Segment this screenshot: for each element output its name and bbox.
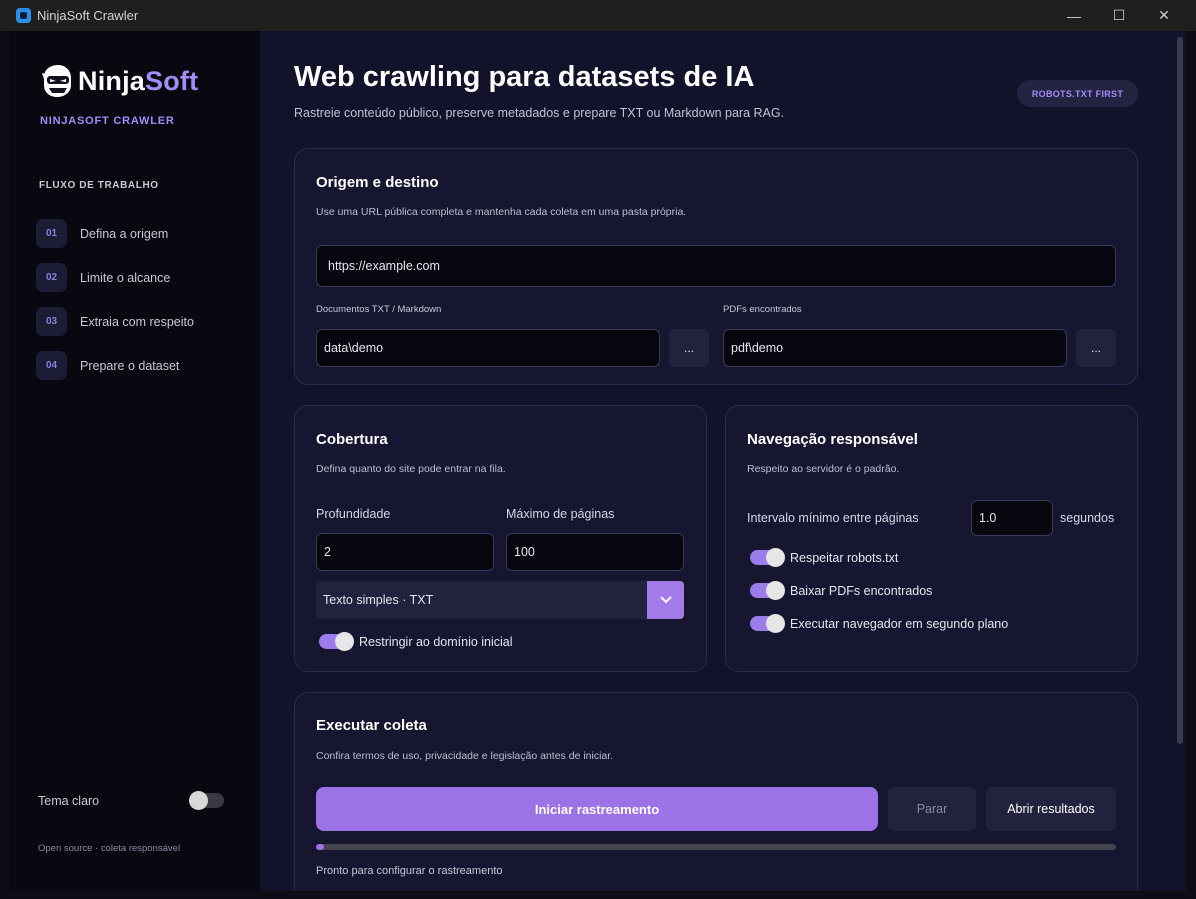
workflow-step-1: 01 Defina a origem xyxy=(36,219,168,248)
card-title: Executar coleta xyxy=(316,717,427,734)
pdf-folder-input[interactable]: pdf\demo xyxy=(723,329,1067,367)
docs-folder-label: Documentos TXT / Markdown xyxy=(316,304,442,315)
page-subtitle: Rastreie conteúdo público, preserve meta… xyxy=(294,106,785,120)
sidebar: NinjaSoft NINJASOFT CRAWLER FLUXO DE TRA… xyxy=(9,31,260,891)
card-description: Confira termos de uso, privacidade e leg… xyxy=(316,750,614,762)
respect-robots-label: Respeitar robots.txt xyxy=(790,550,899,565)
docs-folder-browse-button[interactable]: ... xyxy=(669,329,709,367)
card-description: Respeito ao servidor é o padrão. xyxy=(747,463,900,475)
step-number: 02 xyxy=(36,263,67,292)
footer-note: Open source · coleta responsável xyxy=(38,843,181,854)
robots-row: Respeitar robots.txt xyxy=(750,548,899,567)
max-pages-input[interactable]: 100 xyxy=(506,533,684,571)
navigation-card: Navegação responsável Respeito ao servid… xyxy=(725,405,1138,672)
output-format-select[interactable]: Texto simples · TXT xyxy=(316,581,684,619)
app-icon xyxy=(16,8,31,23)
step-number: 04 xyxy=(36,351,67,380)
run-card: Executar coleta Confira termos de uso, p… xyxy=(294,692,1138,891)
headless-browser-toggle[interactable] xyxy=(750,614,785,633)
minimize-button[interactable]: — xyxy=(1051,0,1097,31)
headless-browser-label: Executar navegador em segundo plano xyxy=(790,616,1009,631)
download-pdfs-toggle[interactable] xyxy=(750,581,785,600)
card-title: Origem e destino xyxy=(316,174,439,191)
docs-folder-input[interactable]: data\demo xyxy=(316,329,660,367)
interval-input[interactable]: 1.0 xyxy=(971,500,1053,536)
progress-fill xyxy=(316,844,324,850)
workflow-step-4: 04 Prepare o dataset xyxy=(36,351,179,380)
scrollbar-thumb[interactable] xyxy=(1177,37,1183,744)
status-text: Pronto para configurar o rastreamento xyxy=(316,865,503,877)
stop-button[interactable]: Parar xyxy=(888,787,976,831)
interval-unit: segundos xyxy=(1060,511,1115,525)
pdf-folder-browse-button[interactable]: ... xyxy=(1076,329,1116,367)
theme-row: Tema claro xyxy=(38,791,224,810)
step-label: Prepare o dataset xyxy=(80,358,180,373)
restrict-domain-label: Restringir ao domínio inicial xyxy=(359,634,513,649)
restrict-domain-row: Restringir ao domínio inicial xyxy=(319,632,513,651)
depth-input[interactable]: 2 xyxy=(316,533,494,571)
start-crawl-button[interactable]: Iniciar rastreamento xyxy=(316,787,878,831)
light-theme-toggle[interactable] xyxy=(189,791,224,810)
scrollbar[interactable] xyxy=(1174,31,1186,891)
workflow-heading: FLUXO DE TRABALHO xyxy=(39,180,159,191)
main-content: Web crawling para datasets de IA Rastrei… xyxy=(260,31,1174,891)
logo-text: NinjaSoft xyxy=(78,65,199,96)
interval-label: Intervalo mínimo entre páginas xyxy=(747,511,919,525)
pdf-folder-label: PDFs encontrados xyxy=(723,304,802,315)
maximize-button[interactable]: ☐ xyxy=(1096,0,1142,31)
origin-card: Origem e destino Use uma URL pública com… xyxy=(294,148,1138,385)
window-titlebar: NinjaSoft Crawler — ☐ ✕ xyxy=(0,0,1196,31)
respect-robots-toggle[interactable] xyxy=(750,548,785,567)
max-pages-label: Máximo de páginas xyxy=(506,507,615,521)
window-title: NinjaSoft Crawler xyxy=(37,8,139,23)
card-description: Defina quanto do site pode entrar na fil… xyxy=(316,463,506,475)
close-button[interactable]: ✕ xyxy=(1141,0,1187,31)
card-title: Navegação responsável xyxy=(747,431,918,448)
workflow-step-3: 03 Extraia com respeito xyxy=(36,307,194,336)
brand-subtitle: NINJASOFT CRAWLER xyxy=(40,115,175,127)
step-number: 01 xyxy=(36,219,67,248)
step-number: 03 xyxy=(36,307,67,336)
step-label: Extraia com respeito xyxy=(80,314,194,329)
restrict-domain-toggle[interactable] xyxy=(319,632,354,651)
chevron-down-icon[interactable] xyxy=(647,581,684,619)
workflow-step-2: 02 Limite o alcance xyxy=(36,263,170,292)
url-input[interactable]: https://example.com xyxy=(316,245,1116,287)
page-title: Web crawling para datasets de IA xyxy=(294,61,755,93)
step-label: Limite o alcance xyxy=(80,270,171,285)
theme-label: Tema claro xyxy=(38,793,100,808)
pdfs-row: Baixar PDFs encontrados xyxy=(750,581,933,600)
card-title: Cobertura xyxy=(316,431,388,448)
progress-bar xyxy=(316,844,1116,850)
robots-badge: ROBOTS.TXT FIRST xyxy=(1017,80,1138,107)
coverage-card: Cobertura Defina quanto do site pode ent… xyxy=(294,405,707,672)
depth-label: Profundidade xyxy=(316,507,391,521)
open-results-button[interactable]: Abrir resultados xyxy=(986,787,1116,831)
logo: NinjaSoft xyxy=(40,63,198,99)
window-bottom-edge xyxy=(0,891,1196,899)
ninja-logo-icon xyxy=(42,65,71,97)
download-pdfs-label: Baixar PDFs encontrados xyxy=(790,583,933,598)
step-label: Defina a origem xyxy=(80,226,169,241)
output-format-value: Texto simples · TXT xyxy=(323,593,434,607)
headless-row: Executar navegador em segundo plano xyxy=(750,614,1009,633)
card-description: Use uma URL pública completa e mantenha … xyxy=(316,206,687,218)
